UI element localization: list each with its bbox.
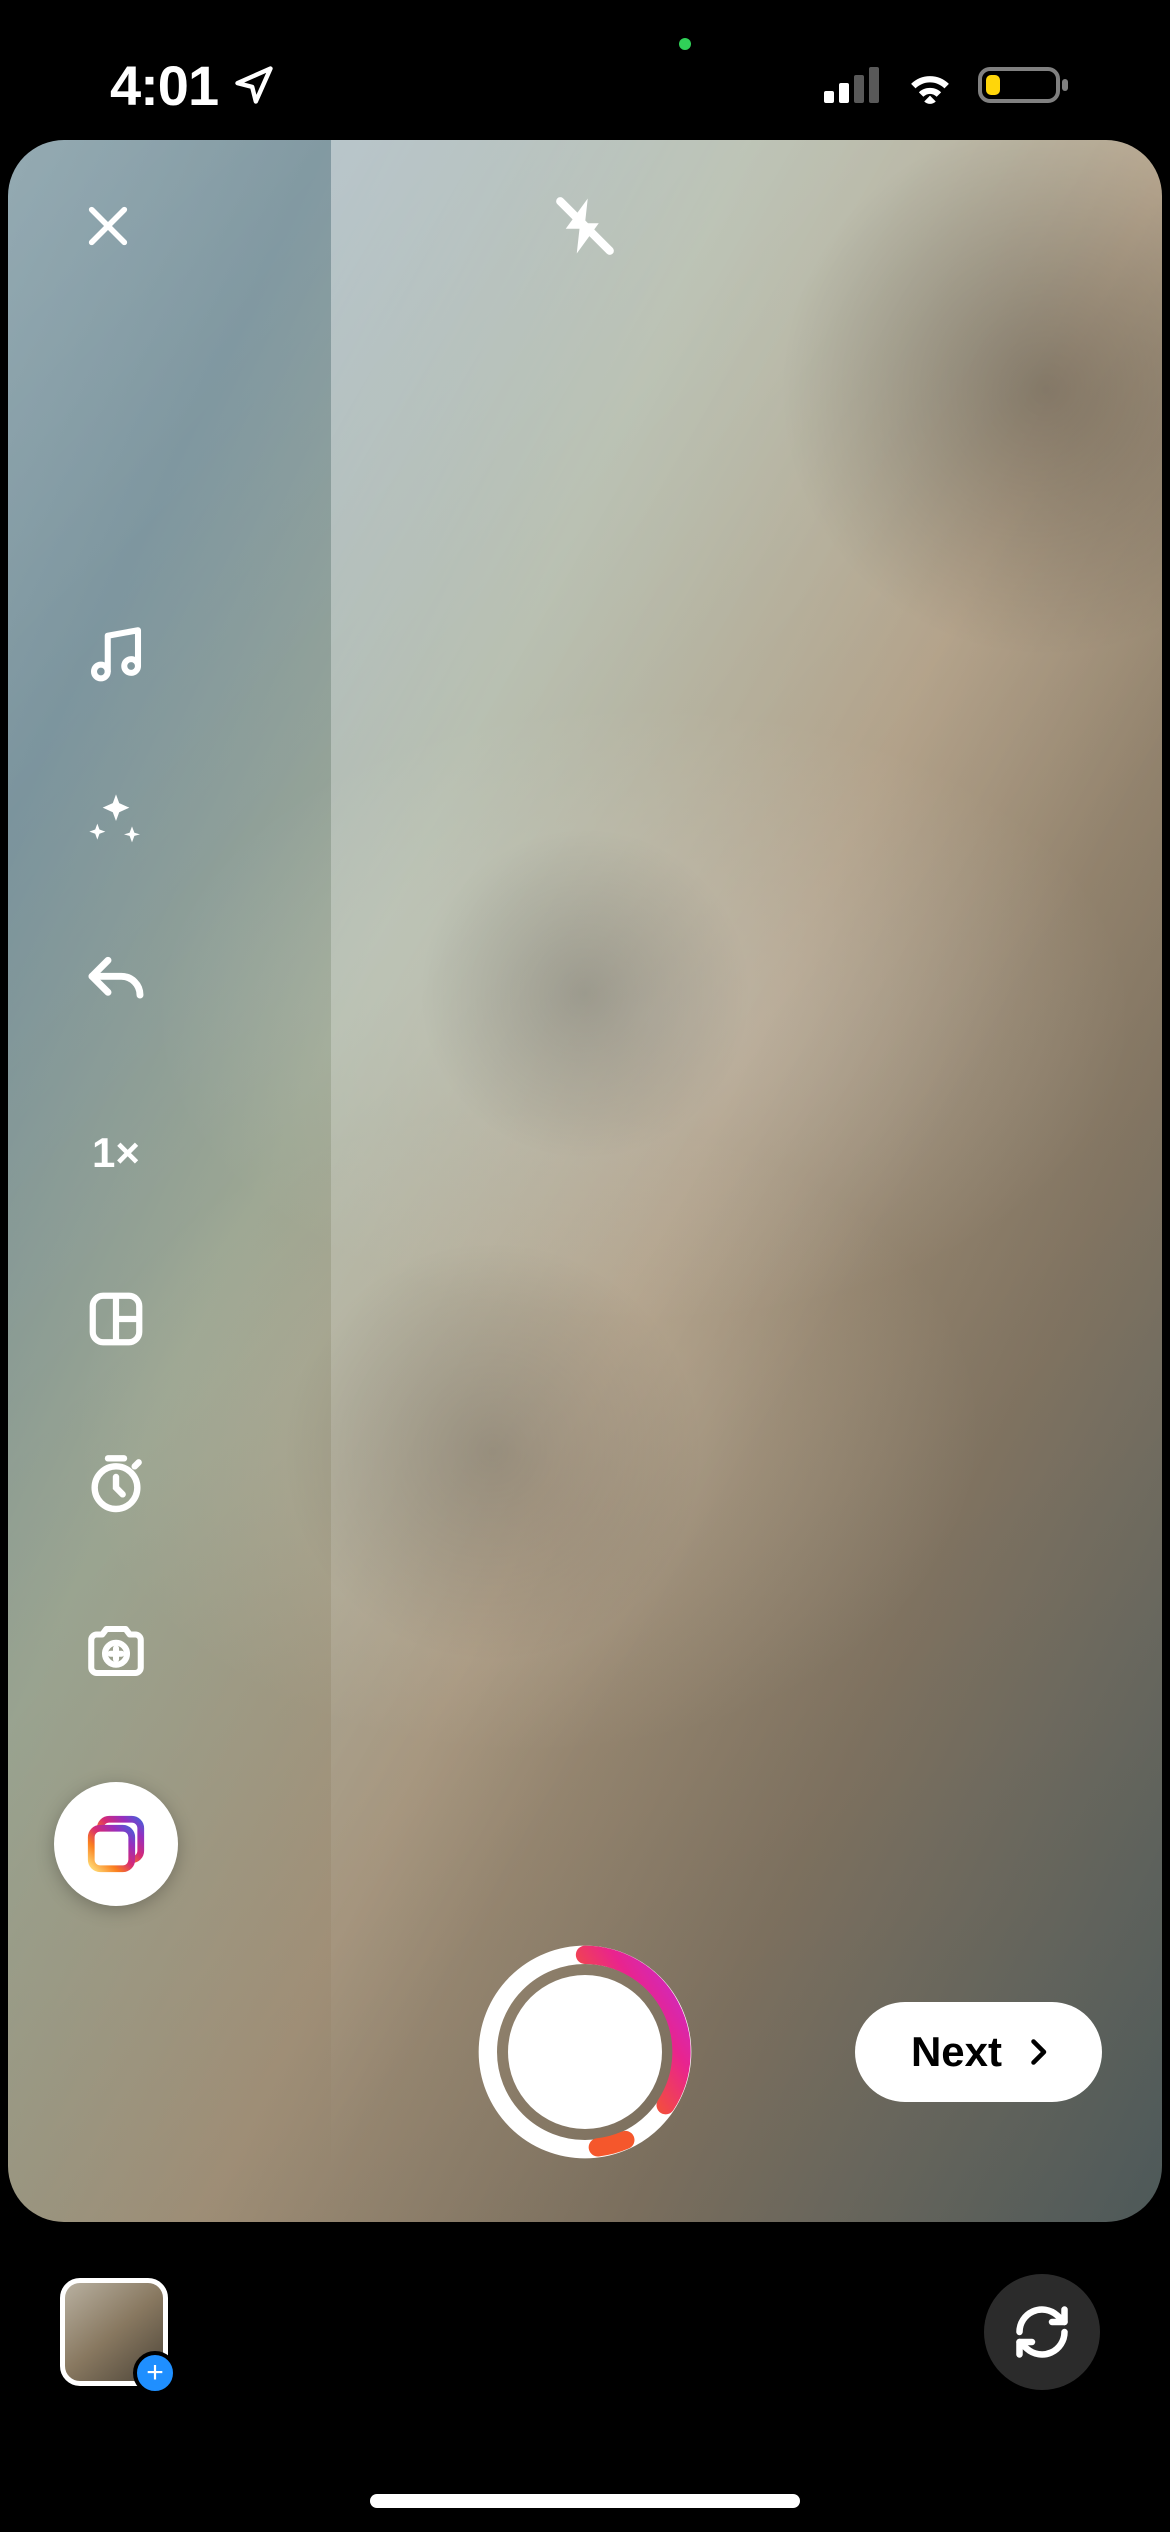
home-indicator[interactable]	[370, 2494, 800, 2508]
shutter-button[interactable]	[475, 1942, 695, 2162]
bottom-bar: +	[0, 2222, 1170, 2532]
camera-top-controls	[68, 186, 1102, 266]
zoom-label: 1×	[92, 1129, 140, 1177]
status-time-group: 4:01	[110, 53, 276, 118]
chevron-right-icon	[1020, 2034, 1056, 2070]
switch-camera-icon	[1012, 2302, 1072, 2362]
multi-capture-tool[interactable]	[54, 1782, 178, 1906]
camera-plus-icon	[83, 1618, 149, 1684]
status-bar: 4:01	[0, 0, 1170, 140]
location-icon	[232, 63, 276, 107]
zoom-level[interactable]: 1×	[81, 1118, 151, 1188]
photo-shot-tool[interactable]	[81, 1616, 151, 1686]
status-time: 4:01	[110, 53, 218, 118]
camera-viewfinder[interactable]: 1×	[8, 140, 1162, 2222]
multi-capture-icon	[80, 1808, 152, 1880]
layout-icon	[85, 1288, 147, 1350]
battery-icon	[978, 63, 1070, 107]
next-button[interactable]: Next	[855, 2002, 1102, 2102]
layout-tool[interactable]	[81, 1284, 151, 1354]
timer-icon	[84, 1453, 148, 1517]
flash-toggle[interactable]	[545, 186, 625, 266]
flash-off-icon	[552, 193, 618, 259]
camera-bottom-controls: Next	[8, 1942, 1162, 2162]
next-label: Next	[911, 2028, 1002, 2076]
music-icon	[83, 622, 149, 688]
privacy-indicator-dot	[679, 38, 691, 50]
switch-camera-button[interactable]	[984, 2274, 1100, 2390]
plus-badge-icon: +	[133, 2351, 177, 2395]
shutter-icon	[475, 1942, 695, 2162]
close-button[interactable]	[68, 186, 148, 266]
camera-tools-sidebar: 1×	[54, 620, 178, 1906]
effects-tool[interactable]	[81, 786, 151, 856]
sparkle-icon	[84, 789, 148, 853]
timer-tool[interactable]	[81, 1450, 151, 1520]
wifi-icon	[902, 65, 958, 105]
undo-icon	[84, 955, 148, 1019]
undo-tool[interactable]	[81, 952, 151, 1022]
gallery-button[interactable]: +	[60, 2278, 168, 2386]
close-icon	[80, 198, 136, 254]
status-right	[822, 63, 1070, 107]
cellular-icon	[822, 65, 882, 105]
music-tool[interactable]	[81, 620, 151, 690]
